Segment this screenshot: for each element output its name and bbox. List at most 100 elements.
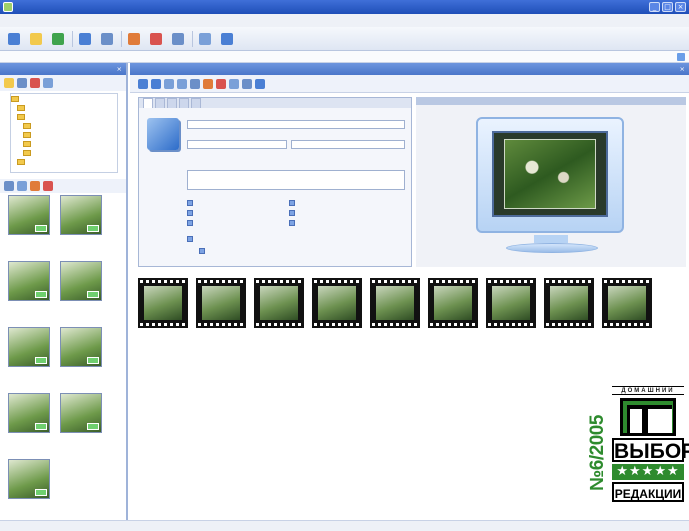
- tree-item[interactable]: [11, 121, 117, 130]
- tab[interactable]: [155, 98, 165, 108]
- toolbar-button-back[interactable]: [6, 32, 24, 45]
- thumbnail[interactable]: [8, 459, 52, 521]
- edit-icon[interactable]: [203, 78, 213, 89]
- thumbnail[interactable]: [8, 195, 52, 257]
- monitor-screen: [492, 131, 608, 217]
- thumbnail[interactable]: [60, 195, 104, 257]
- option-checkbox[interactable]: [289, 200, 297, 206]
- name-field[interactable]: [187, 120, 405, 129]
- film-strip-frame: [138, 278, 188, 328]
- film-frame[interactable]: [254, 278, 304, 340]
- checkbox-icon: [289, 210, 295, 216]
- globe-icon: [52, 32, 64, 45]
- toolbar-button-globe[interactable]: [50, 32, 68, 45]
- toolbar-button-folder[interactable]: [28, 32, 46, 45]
- go-icon[interactable]: [677, 53, 685, 61]
- option-checkbox[interactable]: [199, 248, 207, 254]
- tab[interactable]: [179, 98, 189, 108]
- film-frame[interactable]: [544, 278, 594, 340]
- photo: [492, 286, 530, 320]
- photo: [60, 393, 102, 433]
- close-button[interactable]: ×: [675, 2, 686, 12]
- filter-icon[interactable]: [30, 181, 40, 191]
- badge-bottom-text: РЕДАКЦИИ: [612, 482, 684, 502]
- tree-item[interactable]: [11, 157, 117, 166]
- minimize-button[interactable]: _: [649, 2, 660, 12]
- tree-item[interactable]: [11, 94, 117, 103]
- film-frame[interactable]: [602, 278, 652, 340]
- tab[interactable]: [167, 98, 177, 108]
- tab[interactable]: [143, 98, 153, 108]
- refresh-icon[interactable]: [17, 78, 27, 88]
- thumbnail[interactable]: [60, 261, 104, 323]
- thumbnail[interactable]: [8, 393, 52, 455]
- delete-icon[interactable]: [30, 78, 40, 88]
- film-frame[interactable]: [312, 278, 362, 340]
- checkbox-icon: [187, 236, 193, 242]
- film-strip-frame: [486, 278, 536, 328]
- comment-field[interactable]: [187, 170, 405, 190]
- film-strip-frame: [370, 278, 420, 328]
- tree-item[interactable]: [11, 139, 117, 148]
- film-frame-selected[interactable]: [486, 278, 536, 340]
- author-field[interactable]: [187, 140, 287, 149]
- toolbar-button-favorite[interactable]: [148, 32, 166, 45]
- up-icon[interactable]: [43, 78, 53, 88]
- main-toolbar-secondary: [130, 75, 689, 93]
- next-icon[interactable]: [43, 181, 53, 191]
- toolbar-button-view[interactable]: [77, 32, 95, 45]
- tab[interactable]: [191, 98, 201, 108]
- thumbnail[interactable]: [60, 393, 104, 455]
- paste-icon[interactable]: [177, 78, 187, 89]
- delete-icon[interactable]: [216, 78, 226, 89]
- option-checkbox[interactable]: [187, 220, 195, 226]
- option-checkbox[interactable]: [187, 200, 195, 206]
- view-icon[interactable]: [4, 181, 14, 191]
- checkbox-icon: [187, 220, 193, 226]
- film-frame[interactable]: [138, 278, 188, 340]
- film-frame[interactable]: [196, 278, 246, 340]
- photo: [550, 286, 588, 320]
- date-field[interactable]: [291, 140, 405, 149]
- rating-stars: ★★★★★: [612, 464, 684, 480]
- option-checkbox[interactable]: [187, 236, 195, 242]
- tree-item[interactable]: [11, 148, 117, 157]
- back-icon[interactable]: [138, 78, 148, 89]
- toolbar-button-export[interactable]: [219, 32, 237, 45]
- checkbox-icon: [187, 210, 193, 216]
- thumbnail[interactable]: [8, 327, 52, 389]
- tree-item[interactable]: [11, 103, 117, 112]
- copy-icon[interactable]: [164, 78, 174, 89]
- zoom-icon[interactable]: [229, 78, 239, 89]
- film-frame[interactable]: [370, 278, 420, 340]
- forward-icon[interactable]: [151, 78, 161, 89]
- tree-item[interactable]: [11, 112, 117, 121]
- thumbnail[interactable]: [60, 327, 104, 389]
- folder-icon: [17, 104, 25, 111]
- option-checkbox[interactable]: [289, 220, 297, 226]
- view-icon: [79, 32, 91, 45]
- thumbnail[interactable]: [8, 261, 52, 323]
- folder-icon: [30, 32, 42, 45]
- app-icon: [3, 2, 13, 12]
- maximize-button[interactable]: □: [662, 2, 673, 12]
- thumbs-toolbar: [0, 179, 126, 193]
- option-checkbox[interactable]: [289, 210, 297, 216]
- close-icon[interactable]: ×: [117, 63, 122, 75]
- rotate-icon[interactable]: [190, 78, 200, 89]
- preview-image: [504, 139, 596, 209]
- toolbar-button-cut[interactable]: [99, 32, 117, 45]
- film-frame[interactable]: [428, 278, 478, 340]
- tree-item[interactable]: [11, 130, 117, 139]
- print-icon[interactable]: [242, 78, 252, 89]
- address-bar[interactable]: [0, 51, 689, 63]
- toolbar-button-image[interactable]: [170, 32, 188, 45]
- option-checkbox[interactable]: [187, 210, 195, 216]
- folder-icon[interactable]: [4, 78, 14, 88]
- slideshow-icon[interactable]: [255, 78, 265, 89]
- close-icon[interactable]: ×: [680, 63, 685, 75]
- sort-icon[interactable]: [17, 181, 27, 191]
- toolbar-button-people[interactable]: [126, 32, 144, 45]
- film-strip-frame: [312, 278, 362, 328]
- toolbar-button-settings[interactable]: [197, 32, 215, 45]
